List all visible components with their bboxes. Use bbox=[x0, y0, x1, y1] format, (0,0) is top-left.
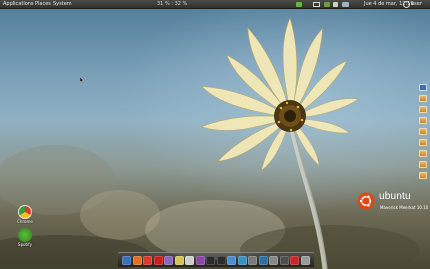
firefox-icon[interactable] bbox=[132, 256, 142, 265]
power-icon[interactable] bbox=[403, 1, 410, 8]
chrome-icon bbox=[18, 205, 32, 219]
wallpaper bbox=[0, 0, 430, 269]
folder-icon[interactable] bbox=[419, 139, 427, 146]
ubuntu-version: Maverick Meerkat 10.10 bbox=[380, 205, 429, 210]
mouse-cursor-icon bbox=[80, 77, 84, 83]
mail-icon[interactable] bbox=[313, 2, 320, 7]
system-menu[interactable]: System bbox=[53, 0, 72, 9]
spotify-icon bbox=[18, 228, 32, 242]
settings-icon[interactable] bbox=[248, 256, 257, 265]
desktop-icon-chrome[interactable]: Chrome bbox=[14, 205, 36, 224]
side-dock bbox=[417, 84, 429, 186]
ubuntu-branding: ubuntu Maverick Meerkat 10.10 bbox=[357, 191, 429, 215]
ubuntu-logo-icon bbox=[357, 192, 375, 210]
battery-icon[interactable] bbox=[342, 2, 349, 7]
music-icon[interactable] bbox=[258, 256, 268, 265]
folder-icon[interactable] bbox=[419, 95, 427, 102]
computer-icon[interactable] bbox=[419, 84, 427, 91]
desktop-icon-spotify[interactable]: Spotify bbox=[14, 228, 36, 247]
purple-app-icon[interactable] bbox=[195, 256, 205, 265]
pidgin-icon[interactable] bbox=[164, 256, 173, 265]
applications-menu[interactable]: Applications bbox=[3, 0, 34, 9]
desktop-icon-label: Chrome bbox=[17, 219, 33, 224]
top-panel: Applications Places System 31 % : 32 % J… bbox=[0, 0, 430, 9]
username[interactable]: user bbox=[411, 0, 422, 9]
notes-icon[interactable] bbox=[174, 256, 184, 265]
places-menu[interactable]: Places bbox=[35, 0, 51, 9]
terminal-icon[interactable] bbox=[216, 256, 226, 265]
disk-icon[interactable] bbox=[269, 256, 278, 265]
opera-icon[interactable] bbox=[153, 256, 163, 265]
chrome-icon[interactable] bbox=[143, 256, 152, 265]
status-icon[interactable] bbox=[296, 2, 302, 7]
calendar-icon[interactable] bbox=[185, 256, 194, 265]
folder-icon[interactable] bbox=[419, 117, 427, 124]
folder-icon[interactable] bbox=[419, 161, 427, 168]
ubuntu-wordmark: ubuntu bbox=[379, 191, 411, 202]
photos-icon[interactable] bbox=[237, 256, 247, 265]
mail-icon[interactable] bbox=[290, 256, 299, 265]
cpu-monitor[interactable]: 31 % : 32 % bbox=[157, 0, 187, 9]
finder-icon[interactable] bbox=[122, 256, 131, 265]
bottom-dock bbox=[118, 252, 314, 267]
media-icon[interactable] bbox=[206, 256, 215, 265]
volume-icon[interactable] bbox=[333, 2, 338, 7]
network-icon[interactable] bbox=[227, 256, 236, 265]
folder-icon[interactable] bbox=[419, 106, 427, 113]
folder-icon[interactable] bbox=[419, 128, 427, 135]
flower-wallpaper-art bbox=[0, 17, 420, 269]
monitor-icon[interactable] bbox=[279, 256, 289, 265]
folder-icon[interactable] bbox=[419, 172, 427, 179]
network-icon[interactable] bbox=[324, 2, 330, 7]
folder-icon[interactable] bbox=[419, 150, 427, 157]
trash-icon[interactable] bbox=[300, 256, 310, 265]
desktop-icon-label: Spotify bbox=[18, 242, 32, 247]
